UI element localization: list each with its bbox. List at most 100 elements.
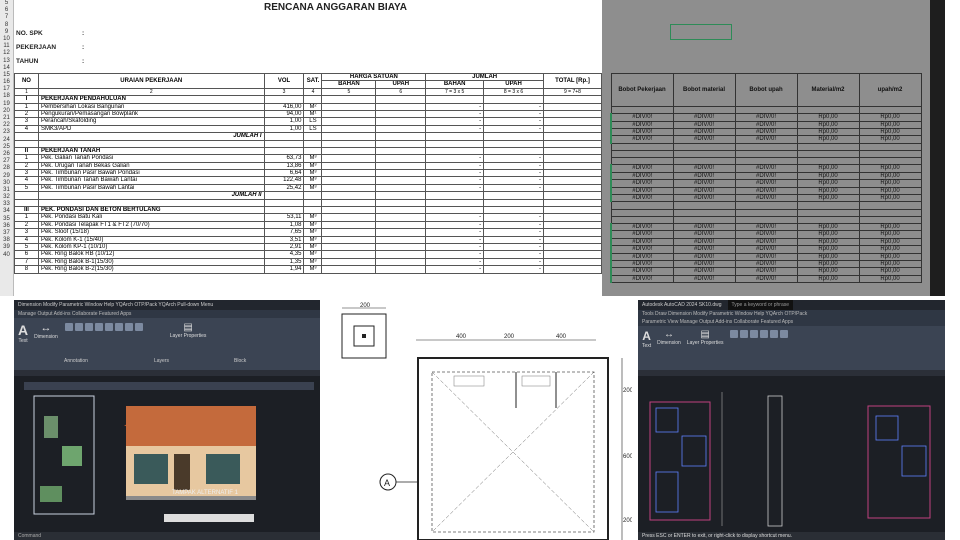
cell-sat[interactable] [303, 191, 323, 200]
row-number[interactable]: 37 [0, 230, 13, 237]
cell-u[interactable] [375, 220, 427, 230]
row-number[interactable]: 5 [0, 0, 13, 7]
cell-sat[interactable]: M³ [303, 213, 323, 222]
cell-b[interactable] [321, 235, 377, 244]
index-cell[interactable]: 9 = 7+8 [542, 87, 602, 97]
cell-no[interactable]: 3 [14, 117, 39, 126]
bobot-row[interactable]: #DIV/0! #DIV/0! #DIV/0! Rp0,00 Rp0,00 [610, 186, 922, 196]
menu-bar[interactable]: Tools Draw Dimension Modify Parametric W… [638, 310, 945, 318]
cell-sat[interactable]: M³ [303, 242, 323, 252]
cell-no[interactable]: 6 [14, 250, 39, 259]
cell-no[interactable] [14, 139, 39, 148]
bobot-cell[interactable] [734, 201, 798, 210]
cell-vol[interactable]: 122,48 [263, 176, 305, 185]
row-number[interactable]: 22 [0, 122, 13, 129]
row-number[interactable]: 36 [0, 223, 13, 230]
cell-uraian[interactable]: PEK. PONDASI DAN BETON BERTULANG [37, 205, 265, 215]
cell-b[interactable] [321, 198, 377, 207]
table-row[interactable]: 4 Pek. Timbunan Tanah Bawah Lantai 122,48 M… [14, 176, 602, 185]
bobot-cell[interactable]: Rp0,00 [858, 171, 922, 181]
row-number[interactable]: 33 [0, 201, 13, 208]
header-upah2[interactable]: UPAH [483, 80, 544, 89]
cell-b[interactable] [321, 146, 377, 156]
bobot-cell[interactable]: Rp0,00 [858, 135, 922, 144]
bobot-cell[interactable] [796, 208, 860, 217]
cell-vol[interactable]: 416,00 [263, 102, 305, 112]
bobot-cell[interactable]: Rp0,00 [796, 245, 860, 254]
cell-u[interactable] [375, 265, 427, 274]
bobot-cell[interactable]: Rp0,00 [858, 230, 922, 239]
bobot-cell[interactable]: #DIV/0! [610, 222, 674, 232]
rab-table[interactable]: NO URAIAN PEKERJAAN VOL SAT. HARGA SATUA… [14, 72, 602, 274]
cell-b[interactable] [321, 257, 377, 267]
row-number[interactable]: 30 [0, 180, 13, 187]
bobot-cell[interactable]: Rp0,00 [858, 237, 922, 247]
cell-sat[interactable] [303, 139, 323, 148]
bobot-cell[interactable] [858, 215, 922, 224]
cell-b[interactable] [321, 154, 377, 163]
bobot-cell[interactable]: #DIV/0! [672, 171, 736, 181]
cell-vol[interactable]: 1,08 [263, 220, 305, 230]
cell-uraian[interactable] [37, 139, 265, 148]
cell-sat[interactable]: M³ [303, 265, 323, 274]
cell-ju[interactable]: - [483, 154, 544, 163]
index-cell[interactable]: 8 = 3 x 6 [483, 87, 544, 97]
cell-ju[interactable]: - [483, 228, 544, 237]
cell-u[interactable] [375, 191, 427, 200]
row-number[interactable]: 21 [0, 115, 13, 122]
cell-total[interactable] [542, 102, 602, 112]
cell-no[interactable]: 8 [14, 265, 39, 274]
cell-total[interactable] [542, 205, 602, 215]
bobot-row[interactable]: #DIV/0! #DIV/0! #DIV/0! Rp0,00 Rp0,00 [610, 252, 922, 262]
cell-u[interactable] [375, 235, 427, 244]
dimension-tool[interactable]: ↔ Dimension [34, 322, 58, 340]
bobot-cell[interactable]: Rp0,00 [796, 127, 860, 137]
cell-total[interactable] [542, 132, 602, 141]
cell-jb[interactable]: - [425, 235, 485, 244]
bobot-cell[interactable]: #DIV/0! [734, 113, 798, 122]
row-number[interactable]: 8 [0, 22, 13, 29]
cell-uraian[interactable]: JUMLAH I [37, 132, 265, 141]
cell-uraian[interactable]: PEKERJAAN PENDAHULUAN [37, 95, 265, 104]
bobot-cell[interactable] [796, 215, 860, 224]
bobot-cell[interactable]: Rp0,00 [796, 171, 860, 181]
cell-total[interactable] [542, 213, 602, 222]
scrollbar[interactable] [930, 0, 946, 296]
index-cell[interactable]: 1 [14, 87, 39, 97]
cell-u[interactable] [375, 250, 427, 259]
cell-total[interactable] [542, 191, 602, 200]
row-number[interactable]: 12 [0, 50, 13, 57]
cell-vol[interactable]: 3,51 [263, 235, 305, 244]
header-sat[interactable]: SAT. [303, 73, 323, 89]
cell-total[interactable] [542, 154, 602, 163]
bobot-cell[interactable]: #DIV/0! [734, 222, 798, 232]
cell-ju[interactable] [483, 198, 544, 207]
cell-no[interactable]: 3 [14, 169, 39, 178]
cell-vol[interactable]: 4,35 [263, 250, 305, 259]
table-row[interactable]: 2 Pek. Urugan Tanah Bekas Galian 13,86 M³ - - [14, 161, 602, 171]
cell-vol[interactable]: 13,86 [263, 161, 305, 171]
bobot-cell[interactable] [858, 142, 922, 152]
bobot-cell[interactable]: #DIV/0! [734, 237, 798, 247]
bobot-cell[interactable]: #DIV/0! [610, 245, 674, 254]
cell-vol[interactable]: 25,42 [263, 183, 305, 193]
bobot-row[interactable]: #DIV/0! #DIV/0! #DIV/0! Rp0,00 Rp0,00 [610, 120, 922, 130]
cell-u[interactable] [375, 228, 427, 237]
autocad-window-elevation[interactable]: Dimension Modify Parametric Window Help … [14, 300, 320, 540]
cell-no[interactable]: 5 [14, 183, 39, 193]
dimension-tool[interactable]: ↔ Dimension [657, 329, 681, 346]
index-cell[interactable]: 2 [37, 87, 265, 97]
cell-b[interactable] [321, 132, 377, 141]
cell-u[interactable] [375, 132, 427, 141]
bobot-cell[interactable] [610, 149, 674, 159]
bobot-cell[interactable]: #DIV/0! [734, 245, 798, 254]
cell-uraian[interactable]: Pek. Timbunan Tanah Bawah Lantai [37, 176, 265, 185]
bobot-cell[interactable]: Rp0,00 [858, 127, 922, 137]
cell-uraian[interactable]: Pek. Pondasi Batu Kali [37, 213, 265, 222]
table-row[interactable] [14, 139, 602, 148]
table-row[interactable]: II PEKERJAAN TANAH [14, 146, 602, 156]
ribbon-tabs[interactable]: Parametric View Manage Output Add-ins Co… [638, 318, 945, 326]
cell-uraian[interactable]: Pek. Ring Balok B-1(15/30) [37, 257, 265, 267]
cell-ju[interactable]: - [483, 265, 544, 274]
cell-b[interactable] [321, 95, 377, 104]
